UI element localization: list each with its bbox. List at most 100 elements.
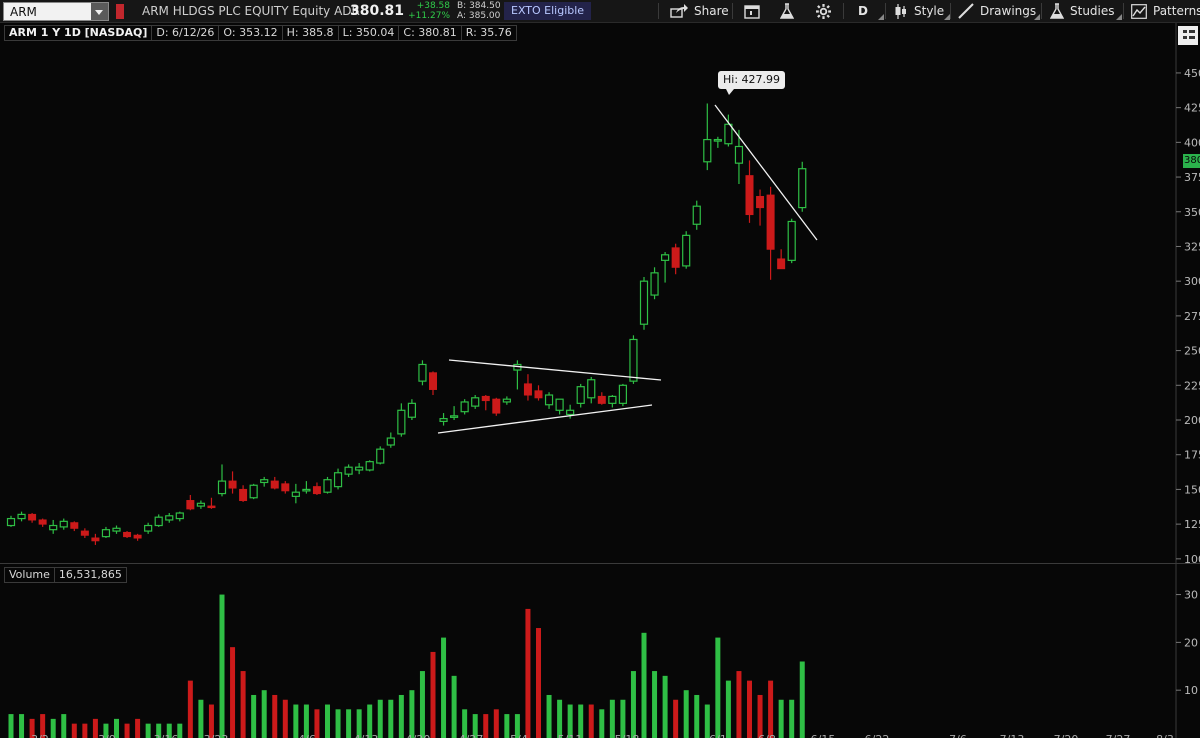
chevron-down-icon[interactable] bbox=[91, 3, 108, 20]
candle[interactable] bbox=[186, 494, 195, 511]
drawings-button[interactable]: Drawings bbox=[958, 0, 1036, 22]
volume-bar[interactable] bbox=[346, 709, 352, 738]
candle[interactable] bbox=[660, 252, 670, 283]
volume-bar[interactable] bbox=[451, 675, 457, 738]
volume-bar[interactable] bbox=[504, 714, 510, 738]
candle[interactable] bbox=[270, 476, 279, 490]
volume-bar[interactable] bbox=[683, 690, 689, 738]
candle[interactable] bbox=[281, 481, 290, 494]
volume-bar[interactable] bbox=[282, 699, 288, 738]
candle[interactable] bbox=[6, 515, 16, 527]
candle[interactable] bbox=[70, 521, 79, 532]
candle[interactable] bbox=[133, 533, 142, 541]
candle[interactable] bbox=[682, 231, 691, 269]
settings-button[interactable] bbox=[816, 0, 831, 22]
candle[interactable] bbox=[555, 398, 564, 415]
candle[interactable] bbox=[196, 500, 205, 509]
candle[interactable] bbox=[249, 483, 258, 500]
volume-bar[interactable] bbox=[187, 680, 193, 738]
price-y-axis[interactable]: 100 125 150 175 200 225 250 275 300 325 350 375 400 4… bbox=[1176, 67, 1200, 563]
volume-bar[interactable] bbox=[630, 671, 636, 738]
candle[interactable] bbox=[450, 406, 459, 421]
candle[interactable] bbox=[766, 186, 775, 280]
candle[interactable] bbox=[333, 468, 343, 490]
volume-bar[interactable] bbox=[715, 637, 721, 738]
candle[interactable] bbox=[302, 481, 311, 494]
candle[interactable] bbox=[756, 189, 765, 226]
volume-bar[interactable] bbox=[398, 694, 404, 738]
alerts-button[interactable] bbox=[744, 0, 760, 22]
candle[interactable] bbox=[38, 518, 47, 527]
volume-bar[interactable] bbox=[409, 690, 415, 738]
candle[interactable] bbox=[439, 413, 448, 426]
volume-bar[interactable] bbox=[145, 723, 151, 738]
volume-bar[interactable] bbox=[124, 723, 130, 738]
candle[interactable] bbox=[207, 497, 216, 509]
candle[interactable] bbox=[429, 371, 437, 396]
candle[interactable] bbox=[787, 218, 796, 264]
lab-button[interactable] bbox=[780, 0, 794, 22]
patterns-button[interactable]: Patterns bbox=[1131, 0, 1200, 22]
volume-label[interactable]: Volume bbox=[4, 567, 55, 583]
candle[interactable] bbox=[59, 518, 68, 530]
volume-bar[interactable] bbox=[641, 632, 647, 738]
candle[interactable] bbox=[407, 399, 416, 421]
triangle-lower-trendline[interactable] bbox=[437, 404, 653, 434]
candle[interactable] bbox=[291, 483, 300, 504]
price-chart[interactable]: 100 125 150 175 200 225 250 275 300 325 350 375 400 4… bbox=[0, 23, 1200, 563]
volume-bar[interactable] bbox=[335, 709, 341, 738]
candle[interactable] bbox=[587, 376, 596, 404]
candle[interactable] bbox=[745, 160, 754, 223]
volume-bar[interactable] bbox=[135, 718, 141, 738]
volume-bar[interactable] bbox=[219, 594, 225, 738]
volume-bar[interactable] bbox=[483, 714, 489, 738]
aggregation-button[interactable]: D bbox=[858, 0, 868, 22]
volume-y-axis[interactable]: 10 20 30 bbox=[1176, 589, 1198, 698]
volume-bar[interactable] bbox=[50, 718, 56, 738]
candle[interactable] bbox=[17, 511, 26, 522]
candle[interactable] bbox=[734, 129, 744, 184]
candle[interactable] bbox=[355, 463, 364, 475]
volume-bar[interactable] bbox=[377, 699, 383, 738]
volume-bar[interactable] bbox=[757, 694, 763, 738]
candle[interactable] bbox=[618, 383, 628, 407]
candle[interactable] bbox=[650, 267, 659, 300]
volume-bar[interactable] bbox=[768, 680, 774, 738]
volume-bar[interactable] bbox=[725, 680, 731, 738]
volume-bar[interactable] bbox=[778, 699, 784, 738]
flag-icon[interactable] bbox=[116, 4, 124, 19]
candle[interactable] bbox=[101, 526, 111, 539]
candle[interactable] bbox=[386, 432, 395, 448]
volume-bar[interactable] bbox=[19, 714, 25, 738]
volume-bar[interactable] bbox=[82, 723, 88, 738]
candle[interactable] bbox=[80, 528, 89, 539]
volume-chart[interactable]: 10 20 30 3/2 3/9 3/16 3/23 4/6 4/13 4/20 4/27 5/4 5… bbox=[0, 563, 1200, 738]
candle[interactable] bbox=[91, 533, 100, 545]
candle[interactable] bbox=[28, 513, 37, 523]
candle[interactable] bbox=[597, 392, 606, 405]
volume-bar[interactable] bbox=[662, 675, 668, 738]
candle[interactable] bbox=[365, 460, 374, 472]
exto-eligible-badge[interactable]: EXTO Eligible bbox=[504, 2, 592, 20]
volume-bar[interactable] bbox=[8, 714, 14, 738]
candle[interactable] bbox=[344, 464, 353, 477]
candle[interactable] bbox=[175, 511, 184, 522]
candle[interactable] bbox=[534, 385, 543, 401]
share-button[interactable]: Share bbox=[670, 0, 729, 22]
candle[interactable] bbox=[608, 395, 617, 408]
trendlines[interactable] bbox=[437, 104, 818, 434]
candle[interactable] bbox=[376, 446, 385, 465]
candle[interactable] bbox=[460, 399, 469, 415]
candle[interactable] bbox=[713, 136, 722, 148]
volume-bar[interactable] bbox=[240, 671, 246, 738]
volume-bar[interactable] bbox=[525, 608, 531, 738]
volume-bar[interactable] bbox=[652, 671, 658, 738]
candle[interactable] bbox=[418, 360, 427, 386]
candle[interactable] bbox=[544, 392, 554, 409]
candle[interactable] bbox=[703, 103, 712, 171]
volume-bar[interactable] bbox=[546, 694, 552, 738]
candle[interactable] bbox=[397, 403, 406, 437]
volume-bar[interactable] bbox=[388, 699, 394, 738]
candle[interactable] bbox=[112, 525, 121, 534]
triangle-upper-trendline[interactable] bbox=[448, 359, 662, 381]
